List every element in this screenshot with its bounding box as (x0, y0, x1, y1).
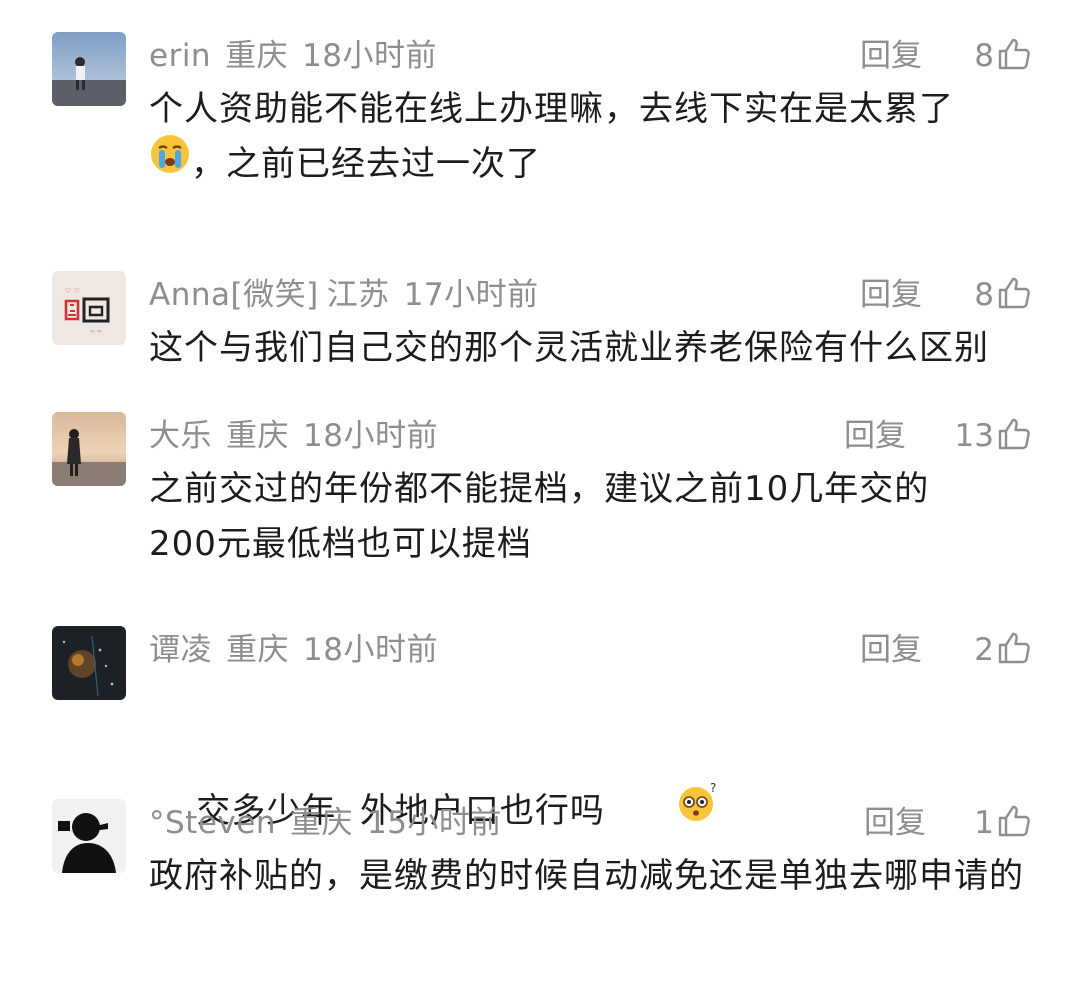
thumbs-up-icon (996, 632, 1032, 666)
avatar[interactable] (52, 799, 126, 873)
reply-button[interactable]: 回复 (864, 803, 926, 843)
like-button[interactable]: 8 (974, 36, 1032, 76)
svg-text:?: ? (710, 781, 717, 795)
like-count: 2 (974, 632, 994, 668)
comment-meta: Anna[微笑] 江苏 17小时前 (149, 275, 553, 315)
username[interactable]: °Steven (149, 805, 276, 841)
thumbs-up-icon (996, 277, 1032, 311)
timestamp: 15小时前 (366, 805, 502, 841)
timestamp: 17小时前 (403, 277, 539, 313)
thumbs-up-icon (996, 805, 1032, 839)
timestamp: 18小时前 (303, 632, 438, 668)
comment-meta: erin 重庆 18小时前 (149, 36, 451, 76)
thumbs-up-icon (996, 38, 1032, 72)
timestamp: 18小时前 (303, 418, 438, 454)
location: 重庆 (226, 418, 289, 454)
comment-meta: 谭凌 重庆 18小时前 (149, 630, 452, 670)
like-button[interactable]: 8 (974, 275, 1032, 315)
comment-item: erin 重庆 18小时前 回复 8 个人资助能不能在线上办理嘛，去线下实在是太累了… (52, 32, 1032, 232)
comment-item: °Steven 重庆 15小时前 回复 1 政府补贴的，是缴费的时候自动减免还是单独… (52, 799, 1032, 969)
comment-text: 政府补贴的，是缴费的时候自动减免还是单独去哪申请的 (149, 856, 1024, 896)
comment-item: 谭凌 重庆 18小时前 回复 2 交多少年 外地户口也行吗 ? (52, 626, 1032, 831)
avatar[interactable]: ♡ ♡ ~ ~ (52, 271, 126, 345)
like-count: 8 (974, 277, 994, 313)
reply-button[interactable]: 回复 (860, 630, 922, 670)
avatar[interactable] (52, 626, 126, 700)
username[interactable]: 谭凌 (149, 632, 212, 668)
username[interactable]: 大乐 (149, 418, 212, 454)
avatar[interactable] (52, 32, 126, 106)
avatar[interactable] (52, 412, 126, 486)
location: 重庆 (289, 805, 353, 841)
svg-text:♡ ♡: ♡ ♡ (65, 287, 80, 295)
location: 重庆 (226, 632, 289, 668)
location: 江苏 (326, 277, 390, 313)
timestamp: 18小时前 (302, 38, 438, 74)
like-button[interactable]: 1 (974, 803, 1032, 843)
username[interactable]: Anna[微笑] (149, 277, 319, 313)
comment-text: 这个与我们自己交的那个灵活就业养老保险有什么区别 (149, 328, 989, 368)
thumbs-up-icon (996, 418, 1032, 452)
svg-text:~ ~: ~ ~ (90, 328, 102, 335)
like-count: 13 (954, 418, 994, 454)
like-count: 1 (974, 805, 994, 841)
crying-face-icon (149, 133, 191, 192)
comment-item: ♡ ♡ ~ ~ Anna[微笑] 江苏 17小时前 回复 8 这个与我们自己交的那个… (52, 271, 1032, 381)
comment-meta: 大乐 重庆 18小时前 (149, 416, 452, 456)
location: 重庆 (225, 38, 289, 74)
reply-button[interactable]: 回复 (860, 36, 922, 76)
like-count: 8 (974, 38, 994, 74)
like-button[interactable]: 2 (974, 630, 1032, 670)
reply-button[interactable]: 回复 (844, 416, 906, 456)
reply-button[interactable]: 回复 (860, 275, 922, 315)
comment-text: 个人资助能不能在线上办理嘛，去线下实在是太累了 ，之前已经去过一次了 (149, 82, 1034, 192)
like-button[interactable]: 13 (955, 416, 1032, 456)
comment-item: 大乐 重庆 18小时前 回复 13 之前交过的年份都不能提档，建议之前10几年交的 … (52, 412, 1032, 582)
comment-meta: °Steven 重庆 15小时前 (149, 803, 516, 843)
comment-text: 之前交过的年份都不能提档，建议之前10几年交的 200元最低档也可以提档 (149, 469, 930, 564)
username[interactable]: erin (149, 38, 211, 74)
